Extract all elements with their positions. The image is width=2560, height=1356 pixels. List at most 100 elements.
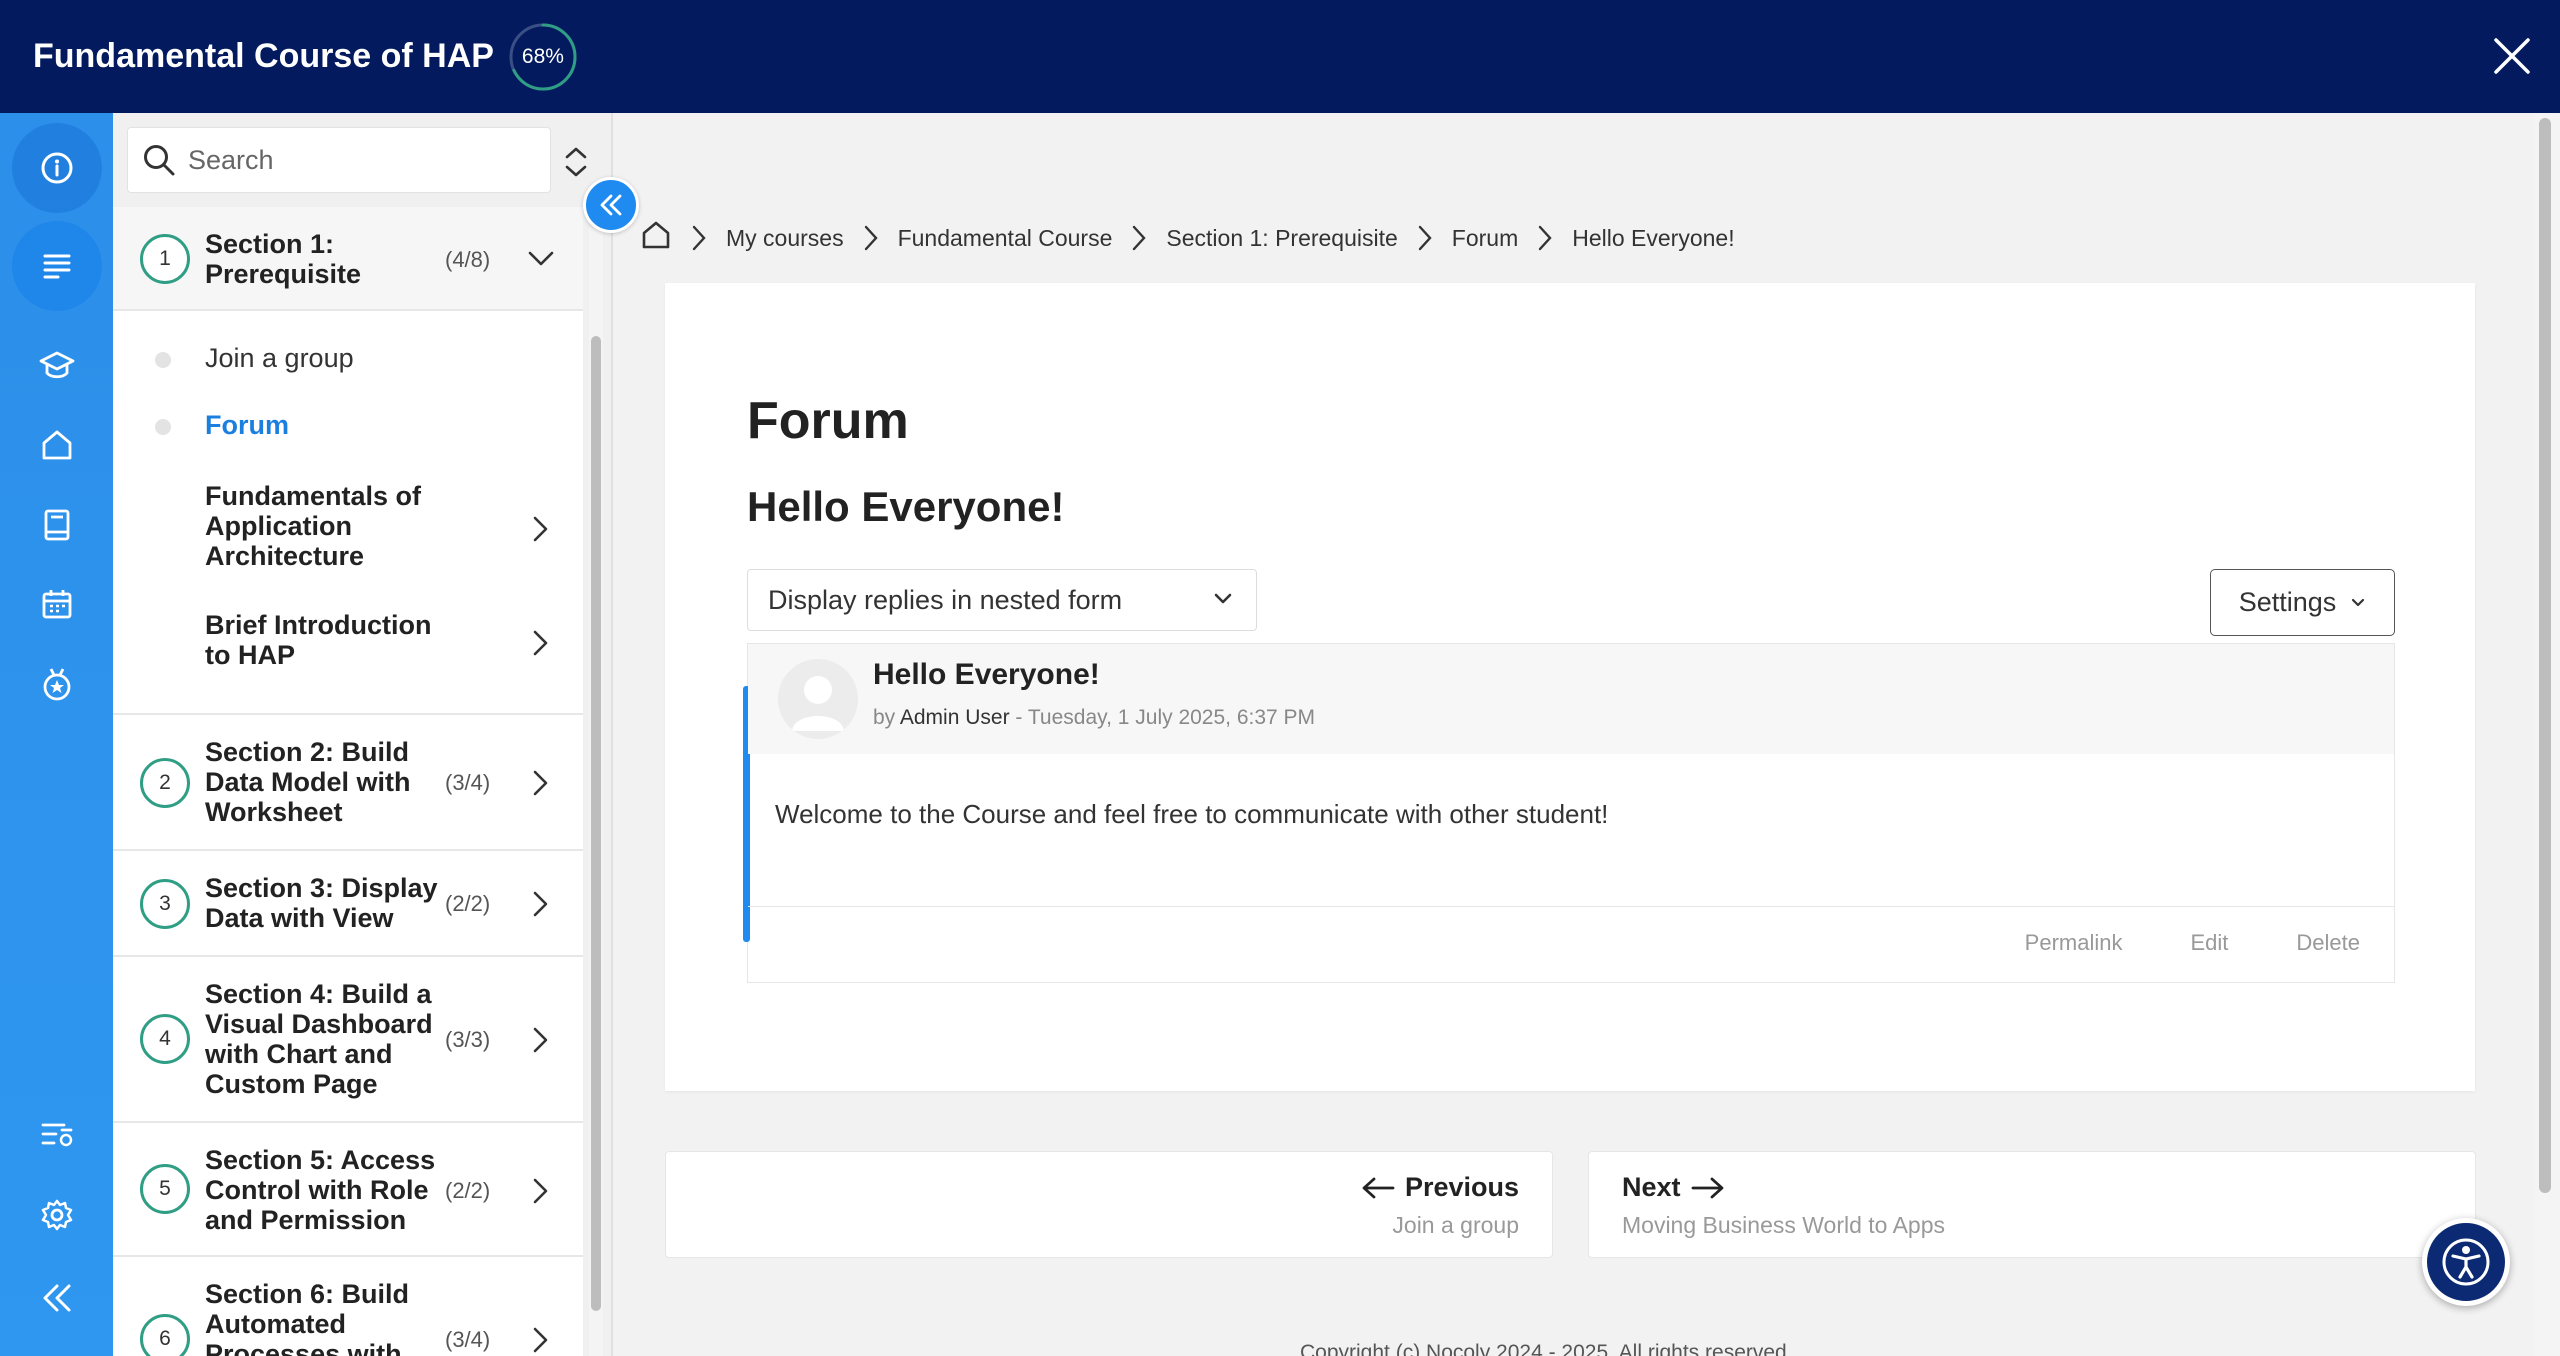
section-item[interactable]: 1 Section 1: Prerequisite (4/8) [113,207,583,311]
preferences-button[interactable] [12,1090,102,1180]
section-item[interactable]: 4 Section 4: Build a Visual Dashboard wi… [113,957,583,1123]
home-button[interactable] [12,400,102,490]
section-toggle[interactable] [523,1173,559,1209]
search-icon [144,145,175,176]
breadcrumb: My courses Fundamental Course Section 1:… [640,218,1735,258]
section-progress: (2/2) [445,891,491,916]
chevron-down-icon [2352,598,2365,606]
lesson-status-dot [155,352,171,368]
post-date: - Tuesday, 1 July 2025, 6:37 PM [1015,706,1316,729]
accessibility-button[interactable] [2422,1218,2510,1306]
breadcrumb-current: Hello Everyone! [1572,224,1735,251]
section-number: 5 [140,1164,190,1214]
calendar-icon [42,590,72,619]
section-item[interactable]: 3 Section 3: Display Data with View (2/2… [113,851,583,957]
next-label: Next [1622,1172,1725,1203]
next-activity-link[interactable]: Next Moving Business World to Apps [1588,1151,2476,1258]
course-title: Fundamental Course of HAP [33,37,494,75]
search-box[interactable] [127,127,551,193]
arrow-left-icon [1362,1177,1395,1198]
library-button[interactable] [12,480,102,570]
chevron-right-icon [533,770,548,796]
lesson-expand[interactable] [523,511,559,547]
breadcrumb-course[interactable]: Fundamental Course [898,225,1113,252]
breadcrumb-section[interactable]: Section 1: Prerequisite [1166,225,1397,252]
gear-icon [41,1199,73,1231]
chevron-right-icon [692,225,706,251]
accessibility-icon [2442,1238,2490,1286]
permalink-link[interactable]: Permalink [2025,930,2123,956]
top-bar: Fundamental Course of HAP 68% [0,0,2560,113]
chevron-right-icon [533,630,548,656]
course-index-button[interactable] [12,221,102,311]
sidebar-scrollbar[interactable] [589,228,603,1356]
chevron-right-icon [533,1178,548,1204]
display-mode-select[interactable]: Display replies in nested form [747,569,1257,631]
calendar-button[interactable] [12,559,102,649]
expand-collapse-all-button[interactable] [551,137,601,187]
breadcrumb-home[interactable] [640,219,672,257]
info-button[interactable] [12,123,102,213]
post-meta: by Admin User - Tuesday, 1 July 2025, 6:… [873,706,1315,730]
section-title: Section 6: Build Automated Processes wit… [205,1279,410,1356]
section-number: 1 [140,234,190,284]
book-icon [44,509,70,541]
previous-text: Previous [1404,1172,1519,1202]
section-number: 4 [140,1014,190,1064]
double-chevron-left-icon [600,194,622,216]
settings-nav-button[interactable] [12,1170,102,1260]
section-title: Section 3: Display Data with View [205,873,438,933]
lesson-item[interactable]: Brief Introduction to HAP [113,610,583,676]
collapse-sidebar-button[interactable] [583,177,639,233]
settings-button[interactable]: Settings [2210,569,2395,636]
lesson-expand[interactable] [523,625,559,661]
lesson-label: Forum [205,410,289,440]
lesson-item-active[interactable]: Forum [113,398,583,448]
avatar[interactable] [778,659,858,739]
course-index-icon [43,254,71,279]
lesson-label: Brief Introduction to HAP [205,610,432,670]
page-scroll-thumb[interactable] [2539,118,2551,1193]
display-mode-value: Display replies in nested form [768,584,1123,615]
icon-rail [0,113,113,1356]
sidebar-scroll-thumb[interactable] [591,336,601,1311]
section-number: 2 [140,758,190,808]
search-input[interactable] [188,144,528,176]
breadcrumb-my-courses[interactable]: My courses [726,225,844,252]
section-list: 1 Section 1: Prerequisite (4/8) Join a g… [113,207,583,1356]
breadcrumb-forum[interactable]: Forum [1452,225,1518,252]
lesson-item[interactable]: Join a group [113,331,583,381]
badges-button[interactable] [12,639,102,729]
home-icon [642,221,670,249]
post-author-link[interactable]: Admin User [900,706,1010,729]
edit-link[interactable]: Edit [2190,930,2228,956]
post-header: Hello Everyone! by Admin User - Tuesday,… [748,644,2394,754]
section-title: Section 2: Build Data Model with Workshe… [205,737,411,827]
chevron-right-icon [533,891,548,917]
previous-activity-link[interactable]: Previous Join a group [665,1151,1553,1258]
section-item[interactable]: 5 Section 5: Access Control with Role an… [113,1123,583,1257]
course-index-sidebar: 1 Section 1: Prerequisite (4/8) Join a g… [113,113,613,1356]
previous-activity-name: Join a group [1392,1212,1519,1238]
section-number: 3 [140,879,190,929]
section-toggle[interactable] [523,1322,559,1356]
post-subject: Hello Everyone! [873,658,1100,691]
lesson-label: Fundamentals of Application Architecture [205,481,422,571]
previous-label: Previous [1361,1172,1519,1203]
section-toggle[interactable] [523,765,559,801]
course-progress-ring: 68% [508,22,578,92]
collapse-rail-button[interactable] [12,1253,102,1343]
lesson-item[interactable]: Fundamentals of Application Architecture [113,481,583,577]
section-number: 6 [140,1314,190,1356]
section-toggle[interactable] [523,241,559,277]
post-actions: Permalink Edit Delete [1957,930,2360,956]
section-item[interactable]: 6 Section 6: Build Automated Processes w… [113,1257,583,1356]
my-courses-button[interactable] [12,321,102,411]
section-toggle[interactable] [523,1022,559,1058]
page-scrollbar[interactable] [2534,113,2560,1356]
close-button[interactable] [2484,28,2540,84]
lesson-list: Join a group Forum Fundamentals of Appli… [113,311,583,715]
section-toggle[interactable] [523,886,559,922]
delete-link[interactable]: Delete [2296,930,2360,956]
section-item[interactable]: 2 Section 2: Build Data Model with Works… [113,715,583,851]
